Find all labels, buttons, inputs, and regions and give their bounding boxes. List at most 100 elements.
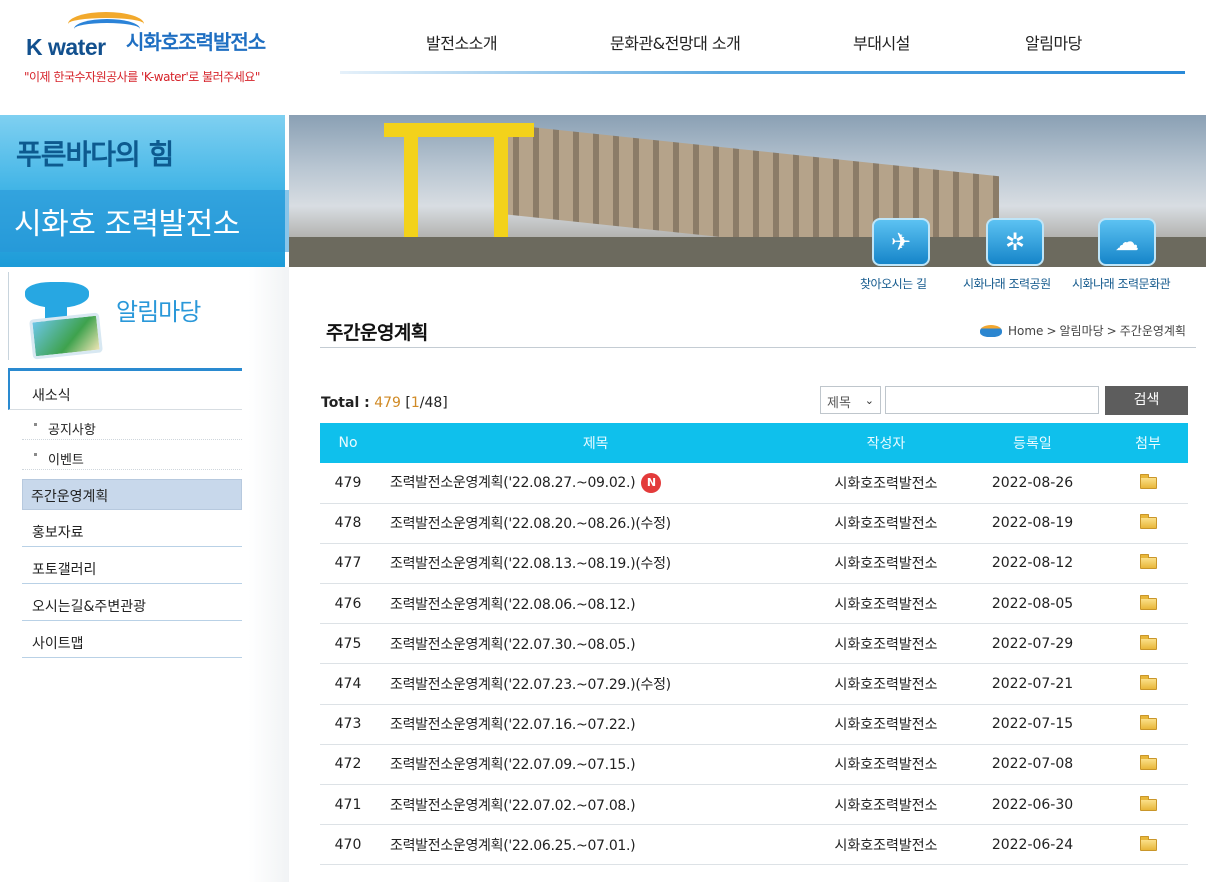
sidebar-item-directions[interactable]: 오시는길&주변관광 xyxy=(22,584,242,621)
sidebar-item-gallery[interactable]: 포토갤러리 xyxy=(22,547,242,584)
total-number: 479 xyxy=(374,395,401,411)
search-button[interactable]: 검색 xyxy=(1105,386,1188,415)
row-no: 474 xyxy=(320,663,376,705)
row-writer: 시화호조력발전소 xyxy=(815,824,957,866)
nav-item-intro[interactable]: 발전소소개 xyxy=(426,30,498,54)
row-date: 2022-07-08 xyxy=(957,744,1108,786)
row-title-cell: 조력발전소운영계획('22.08.13.~08.19.)(수정) xyxy=(376,543,815,585)
row-title-link[interactable]: 조력발전소운영계획('22.08.13.~08.19.)(수정) xyxy=(390,556,671,572)
row-title-link[interactable]: 조력발전소운영계획('22.07.16.~07.22.) xyxy=(390,717,636,733)
chevron-down-icon: ⌄ xyxy=(864,394,874,407)
page-title: 주간운영계획 xyxy=(326,322,428,344)
column-header-writer: 작성자 xyxy=(866,436,906,452)
column-header-date: 등록일 xyxy=(1013,436,1052,452)
page-bracket-close: ] xyxy=(442,395,448,411)
new-badge: N xyxy=(641,473,662,494)
page-current: 1 xyxy=(410,395,420,411)
total-count: Total : 479 [1/48] xyxy=(321,395,448,411)
sidebar-item-news[interactable]: 새소식 xyxy=(8,368,242,410)
row-title-link[interactable]: 조력발전소운영계획('22.07.02.~07.08.) xyxy=(390,798,636,814)
nav-item-culture[interactable]: 문화관&전망대 소개 xyxy=(610,30,741,54)
row-title-cell: 조력발전소운영계획('22.07.30.~08.05.) xyxy=(376,623,815,665)
table-row: 470 조력발전소운영계획('22.06.25.~07.01.) 시화호조력발전… xyxy=(320,824,1188,866)
folder-icon[interactable] xyxy=(1139,594,1157,610)
row-attachment xyxy=(1108,583,1188,625)
breadcrumb-home[interactable]: Home xyxy=(1008,324,1043,338)
folder-icon[interactable] xyxy=(1139,514,1157,530)
row-attachment xyxy=(1108,663,1188,705)
breadcrumb-section[interactable]: 알림마당 xyxy=(1060,322,1104,339)
row-attachment xyxy=(1108,543,1188,585)
table-row: 475 조력발전소운영계획('22.07.30.~08.05.) 시화호조력발전… xyxy=(320,623,1188,665)
main-nav: 발전소소개 문화관&전망대 소개 부대시설 알림마당 xyxy=(340,30,1185,76)
quick-link-culture-hall[interactable]: 시화나래 조력문화관 xyxy=(1072,275,1171,292)
row-no: 471 xyxy=(320,784,376,826)
table-row: 472 조력발전소운영계획('22.07.09.~07.15.) 시화호조력발전… xyxy=(320,744,1188,786)
row-writer: 시화호조력발전소 xyxy=(815,744,957,786)
home-icon xyxy=(980,324,1002,337)
crane-leg xyxy=(494,129,508,244)
search-field-select[interactable]: 제목 ⌄ xyxy=(820,386,881,414)
row-title-link[interactable]: 조력발전소운영계획('22.08.27.~09.02.) xyxy=(390,475,636,491)
row-attachment xyxy=(1108,463,1188,504)
folder-icon[interactable] xyxy=(1139,473,1157,489)
bullet-icon xyxy=(34,453,37,456)
sidebar-title: 알림마당 xyxy=(116,298,201,326)
folder-icon[interactable] xyxy=(1139,634,1157,650)
logo-name: 시화호조력발전소 xyxy=(126,30,266,54)
row-attachment xyxy=(1108,744,1188,786)
folder-icon[interactable] xyxy=(1139,715,1157,731)
row-no: 479 xyxy=(320,463,376,504)
sidebar-item-weekly-plan[interactable]: 주간운영계획 xyxy=(22,479,242,510)
row-date: 2022-08-26 xyxy=(957,463,1108,504)
sidebar-subitem-notice[interactable]: 공지사항 xyxy=(22,410,242,440)
slogan: "이제 한국수자원공사를 'K-water'로 불러주세요" xyxy=(24,70,260,84)
sidebar-item-pr[interactable]: 홍보자료 xyxy=(22,510,242,547)
quick-link-park[interactable]: 시화나래 조력공원 xyxy=(963,275,1051,292)
row-title-cell: 조력발전소운영계획('22.07.23.~07.29.)(수정) xyxy=(376,663,815,705)
row-title-link[interactable]: 조력발전소운영계획('22.07.30.~08.05.) xyxy=(390,637,636,653)
row-attachment xyxy=(1108,784,1188,826)
row-title-link[interactable]: 조력발전소운영계획('22.06.25.~07.01.) xyxy=(390,838,636,854)
row-title-link[interactable]: 조력발전소운영계획('22.07.23.~07.29.)(수정) xyxy=(390,677,671,693)
row-title-cell: 조력발전소운영계획('22.06.25.~07.01.) xyxy=(376,824,815,866)
culture-hall-icon[interactable]: ☁ xyxy=(1098,218,1156,266)
site-logo[interactable]: K water 시화호조력발전소 "이제 한국수자원공사를 'K-water'로… xyxy=(22,12,322,92)
table-row: 479 조력발전소운영계획('22.08.27.~09.02.) N 시화호조력발… xyxy=(320,463,1188,504)
folder-icon[interactable] xyxy=(1139,554,1157,570)
row-no: 476 xyxy=(320,583,376,625)
folder-icon[interactable] xyxy=(1139,675,1157,691)
folder-icon[interactable] xyxy=(1139,795,1157,811)
row-title-link[interactable]: 조력발전소운영계획('22.08.20.~08.26.)(수정) xyxy=(390,516,671,532)
breadcrumb-current: 주간운영계획 xyxy=(1119,324,1186,338)
nav-item-notice[interactable]: 알림마당 xyxy=(1025,30,1082,54)
row-title-link[interactable]: 조력발전소운영계획('22.07.09.~07.15.) xyxy=(390,757,636,773)
row-title-link[interactable]: 조력발전소운영계획('22.08.06.~08.12.) xyxy=(390,597,636,613)
bullet-icon xyxy=(34,423,37,426)
row-writer: 시화호조력발전소 xyxy=(815,543,957,585)
row-attachment xyxy=(1108,503,1188,544)
row-title-cell: 조력발전소운영계획('22.08.06.~08.12.) xyxy=(376,583,815,625)
sidebar-subitem-event[interactable]: 이벤트 xyxy=(22,440,242,470)
column-header-no: No xyxy=(338,435,358,451)
search-field-value: 제목 xyxy=(827,396,851,411)
row-writer: 시화호조력발전소 xyxy=(815,784,957,826)
table-row: 477 조력발전소운영계획('22.08.13.~08.19.)(수정) 시화호… xyxy=(320,543,1188,585)
quick-link-directions[interactable]: 찾아오시는 길 xyxy=(860,275,927,292)
folder-icon[interactable] xyxy=(1139,755,1157,771)
sidebar-item-sitemap[interactable]: 사이트맵 xyxy=(22,621,242,658)
row-attachment xyxy=(1108,704,1188,745)
nav-item-facilities[interactable]: 부대시설 xyxy=(853,30,910,54)
row-no: 477 xyxy=(320,543,376,585)
visual-line2: 시화호 조력발전소 xyxy=(14,207,240,242)
row-writer: 시화호조력발전소 xyxy=(815,663,957,705)
table-header-row: No 제목 작성자 등록일 첨부 xyxy=(320,423,1188,463)
park-icon[interactable]: ✲ xyxy=(986,218,1044,266)
folder-icon[interactable] xyxy=(1139,835,1157,851)
row-no: 472 xyxy=(320,744,376,786)
row-writer: 시화호조력발전소 xyxy=(815,623,957,665)
mascot-icon xyxy=(23,276,108,360)
directions-icon[interactable]: ✈ xyxy=(872,218,930,266)
search-input[interactable] xyxy=(885,386,1099,414)
row-no: 473 xyxy=(320,704,376,745)
